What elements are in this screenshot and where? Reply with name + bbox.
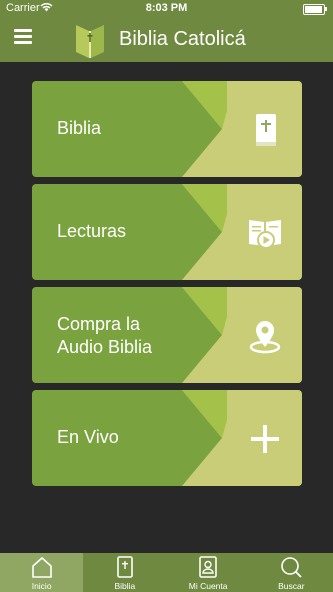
- battery-icon: [303, 4, 327, 15]
- hamburger-menu-icon[interactable]: [14, 29, 32, 45]
- tab-buscar[interactable]: Buscar: [250, 553, 333, 592]
- compra-audio-biblia-card[interactable]: Compra la Audio Biblia: [32, 287, 302, 383]
- lecturas-card[interactable]: Lecturas: [32, 184, 302, 280]
- card-label: Compra la Audio Biblia: [57, 314, 153, 357]
- bible-logo-icon: [76, 25, 104, 58]
- bible-icon: [117, 556, 133, 578]
- tab-label: Inicio: [31, 581, 52, 591]
- clock: 8:03 PM: [145, 2, 188, 14]
- account-icon: [199, 556, 217, 578]
- tab-inicio[interactable]: Inicio: [0, 553, 84, 592]
- plus-icon: [251, 425, 279, 453]
- biblia-card[interactable]: Biblia: [32, 81, 302, 177]
- location-pin-icon: [249, 321, 281, 354]
- en-vivo-card[interactable]: En Vivo: [32, 390, 302, 486]
- tab-mi-cuenta[interactable]: Mi Cuenta: [167, 553, 250, 592]
- card-label: Biblia: [57, 118, 102, 138]
- tab-biblia[interactable]: Biblia: [83, 553, 166, 592]
- tab-label: Biblia: [114, 581, 136, 591]
- card-label: Lecturas: [57, 221, 127, 241]
- nav-bar: Biblia Catolicá: [0, 18, 333, 62]
- reading-play-icon: [249, 220, 281, 249]
- tab-label: Mi Cuenta: [188, 581, 228, 591]
- home-icon: [31, 556, 52, 578]
- bible-icon: [256, 114, 276, 146]
- status-bar: Carrier 8:03 PM: [0, 0, 333, 18]
- app-title: Biblia Catolicá: [119, 28, 246, 50]
- search-icon: [281, 557, 303, 578]
- tab-label: Buscar: [278, 581, 305, 591]
- card-label: En Vivo: [57, 427, 119, 447]
- main-content: Biblia Lecturas Compra la Audio Biblia E…: [0, 62, 333, 553]
- tab-bar: Inicio Biblia Mi Cuenta Buscar: [0, 553, 333, 592]
